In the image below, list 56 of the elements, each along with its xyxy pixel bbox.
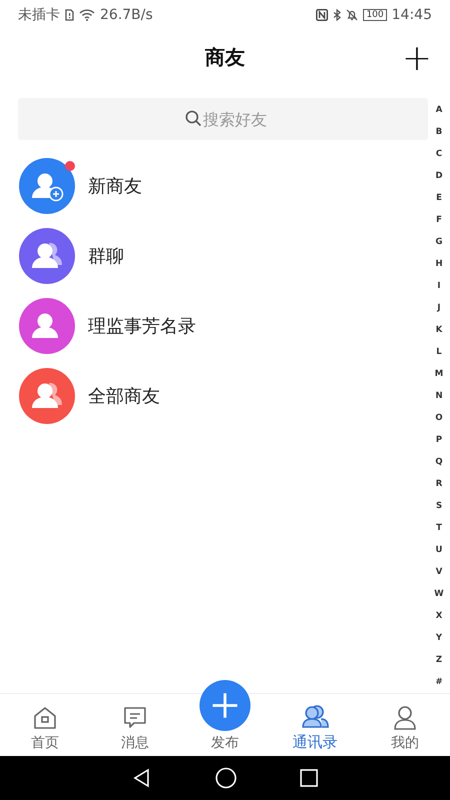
clock-time: 14:45 <box>392 6 432 23</box>
wifi-icon <box>79 8 95 21</box>
index-letter[interactable]: X <box>436 605 442 628</box>
index-letter[interactable]: P <box>436 429 442 452</box>
index-letter[interactable]: I <box>437 275 441 298</box>
index-letter[interactable]: N <box>435 385 443 408</box>
index-letter[interactable]: # <box>435 671 443 694</box>
index-letter[interactable]: U <box>436 539 442 562</box>
index-letter[interactable]: H <box>435 253 443 276</box>
back-icon[interactable] <box>132 768 152 788</box>
plus-icon <box>198 680 252 732</box>
contact-item[interactable]: 全部商友 <box>0 361 428 432</box>
index-letter[interactable]: T <box>436 517 442 540</box>
battery-icon: 100 <box>363 8 387 21</box>
index-letter[interactable]: V <box>436 561 442 584</box>
index-letter[interactable]: G <box>436 231 442 254</box>
bluetooth-icon <box>333 8 342 21</box>
index-letter[interactable]: D <box>435 165 443 188</box>
index-letter[interactable]: C <box>436 143 442 166</box>
index-letter[interactable]: F <box>436 209 442 232</box>
contact-item[interactable]: 新商友 <box>0 151 428 222</box>
tab-item[interactable]: 消息 <box>90 694 180 756</box>
add-button[interactable]: + <box>398 39 436 80</box>
index-letter[interactable]: B <box>436 121 442 144</box>
index-letter[interactable]: O <box>435 407 443 430</box>
index-letter[interactable]: Z <box>436 649 442 672</box>
group-icon <box>301 704 329 730</box>
nfc-icon <box>316 8 328 21</box>
index-letter[interactable]: W <box>434 583 444 606</box>
index-letter[interactable]: A <box>436 99 442 122</box>
carrier-text: 未插卡 <box>18 6 60 24</box>
network-speed: 26.7B/s <box>100 6 153 23</box>
index-letter[interactable]: Y <box>436 627 442 650</box>
index-letter[interactable]: S <box>436 495 442 518</box>
bell-off-icon <box>346 8 358 21</box>
index-letter[interactable]: E <box>436 187 442 210</box>
home-icon <box>32 705 58 732</box>
home-circle-icon[interactable] <box>214 767 237 790</box>
contact-item[interactable]: 群聊 <box>0 221 428 292</box>
tab-item[interactable]: 首页 <box>0 694 90 756</box>
sim-icon <box>65 8 74 21</box>
recent-apps-icon[interactable] <box>300 769 318 788</box>
page-title: 商友 <box>205 44 245 71</box>
index-letter[interactable]: Q <box>435 451 443 474</box>
tab-item[interactable]: 通讯录 <box>270 694 360 756</box>
index-letter[interactable]: M <box>434 363 444 386</box>
search-field[interactable]: 搜索好友 <box>18 98 428 140</box>
index-letter[interactable]: L <box>436 341 442 364</box>
index-letter[interactable]: R <box>436 473 442 496</box>
index-letter[interactable]: K <box>436 319 442 342</box>
search-icon <box>185 110 202 128</box>
tab-item[interactable]: 我的 <box>360 694 450 756</box>
index-letter[interactable]: J <box>437 297 441 320</box>
contact-item[interactable]: 理监事芳名录 <box>0 291 428 362</box>
person-icon <box>392 705 418 732</box>
tab-item[interactable]: 发布 <box>180 680 270 756</box>
